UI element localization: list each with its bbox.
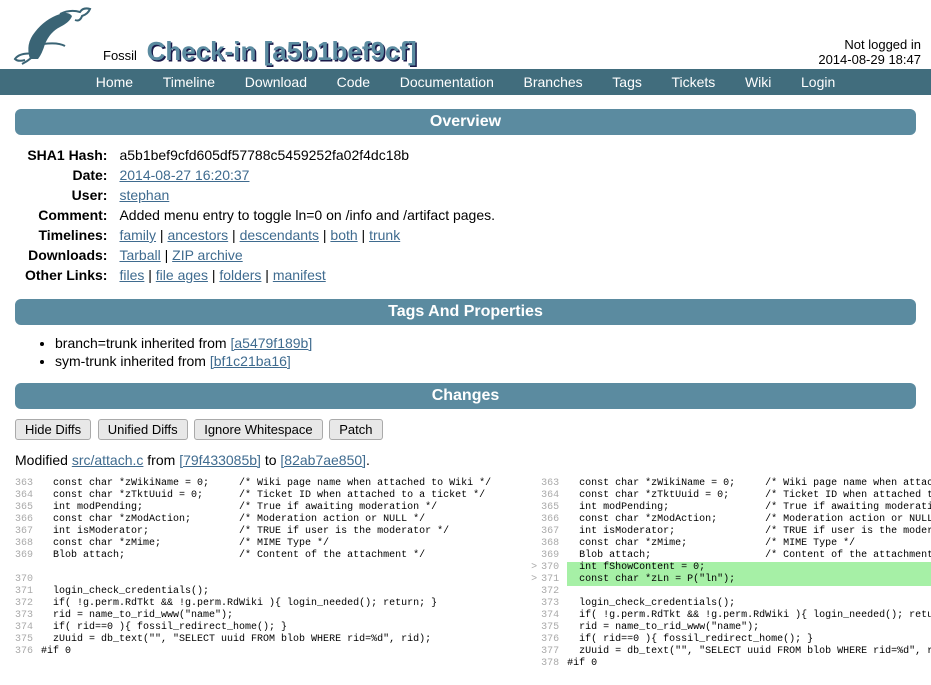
nav-download[interactable]: Download (245, 74, 307, 90)
tl-ancestors[interactable]: ancestors (167, 227, 228, 243)
nav-timeline[interactable]: Timeline (163, 74, 215, 90)
nav-home[interactable]: Home (96, 74, 133, 90)
diff-left-code: const char *zWikiName = 0; /* Wiki page … (41, 478, 491, 670)
diff-left-linenums: 363364365366367368369 370371372373374375… (15, 478, 41, 670)
server-time: 2014-08-29 18:47 (818, 52, 921, 67)
timelines-label: Timelines: (25, 225, 119, 245)
modified-file-link[interactable]: src/attach.c (72, 452, 144, 468)
tag-sym-hash[interactable]: [bf1c21ba16] (210, 353, 291, 369)
ignore-whitespace-button[interactable]: Ignore Whitespace (194, 419, 322, 440)
downloads-value: Tarball | ZIP archive (119, 245, 501, 265)
nav-branches[interactable]: Branches (524, 74, 583, 90)
nav-documentation[interactable]: Documentation (400, 74, 494, 90)
tl-family[interactable]: family (119, 227, 156, 243)
ol-manifest[interactable]: manifest (273, 267, 326, 283)
ol-folders[interactable]: folders (219, 267, 261, 283)
logo-area: Fossil Check-in [a5b1bef9cf] (10, 4, 417, 69)
modified-file-line: Modified src/attach.c from [79f433085b] … (15, 452, 916, 468)
unified-diffs-button[interactable]: Unified Diffs (98, 419, 188, 440)
diff-view: 363364365366367368369 370371372373374375… (15, 478, 916, 670)
fossil-label: Fossil (103, 48, 137, 63)
overview-table: SHA1 Hash: a5b1bef9cfd605df57788c5459252… (25, 145, 501, 285)
sha1-label: SHA1 Hash: (25, 145, 119, 165)
tl-both[interactable]: both (330, 227, 357, 243)
ol-fileages[interactable]: file ages (156, 267, 208, 283)
to-hash-link[interactable]: [82ab7ae850] (280, 452, 366, 468)
comment-value: Added menu entry to toggle ln=0 on /info… (119, 205, 501, 225)
from-hash-link[interactable]: [79f433085b] (179, 452, 261, 468)
other-links-value: files | file ages | folders | manifest (119, 265, 501, 285)
tags-header: Tags And Properties (15, 299, 916, 325)
date-link[interactable]: 2014-08-27 16:20:37 (119, 167, 249, 183)
nav-tickets[interactable]: Tickets (671, 74, 715, 90)
tl-descendants[interactable]: descendants (240, 227, 319, 243)
main-nav: Home Timeline Download Code Documentatio… (0, 69, 931, 95)
diff-right-code: const char *zWikiName = 0; /* Wiki page … (567, 478, 931, 670)
comment-label: Comment: (25, 205, 119, 225)
tag-sym: sym-trunk inherited from [bf1c21ba16] (55, 353, 916, 369)
not-logged-in: Not logged in (818, 37, 921, 52)
page-title: Check-in [a5b1bef9cf] (147, 36, 417, 67)
patch-button[interactable]: Patch (329, 419, 382, 440)
diff-controls: Hide Diffs Unified Diffs Ignore Whitespa… (15, 419, 916, 440)
tl-trunk[interactable]: trunk (369, 227, 400, 243)
login-status: Not logged in 2014-08-29 18:47 (818, 37, 921, 69)
tag-branch-hash[interactable]: [a5479f189b] (230, 335, 312, 351)
tag-branch: branch=trunk inherited from [a5479f189b] (55, 335, 916, 351)
tags-list: branch=trunk inherited from [a5479f189b]… (15, 335, 916, 369)
hide-diffs-button[interactable]: Hide Diffs (15, 419, 91, 440)
diff-left: 363364365366367368369 370371372373374375… (15, 478, 491, 670)
user-label: User: (25, 185, 119, 205)
ol-files[interactable]: files (119, 267, 144, 283)
diff-right-markers: >> (531, 478, 541, 670)
timelines-value: family | ancestors | descendants | both … (119, 225, 501, 245)
date-label: Date: (25, 165, 119, 185)
dl-tarball[interactable]: Tarball (119, 247, 160, 263)
diff-right: >> 3633643653663673683693703713723733743… (531, 478, 931, 670)
user-link[interactable]: stephan (119, 187, 169, 203)
nav-login[interactable]: Login (801, 74, 835, 90)
other-links-label: Other Links: (25, 265, 119, 285)
header: Fossil Check-in [a5b1bef9cf] Not logged … (0, 0, 931, 69)
downloads-label: Downloads: (25, 245, 119, 265)
overview-header: Overview (15, 109, 916, 135)
nav-wiki[interactable]: Wiki (745, 74, 771, 90)
nav-code[interactable]: Code (337, 74, 370, 90)
sha1-value: a5b1bef9cfd605df57788c5459252fa02f4dc18b (119, 145, 501, 165)
fossil-logo-icon (10, 4, 95, 69)
changes-header: Changes (15, 383, 916, 409)
diff-right-linenums: 3633643653663673683693703713723733743753… (541, 478, 567, 670)
nav-tags[interactable]: Tags (612, 74, 642, 90)
dl-zip[interactable]: ZIP archive (172, 247, 243, 263)
